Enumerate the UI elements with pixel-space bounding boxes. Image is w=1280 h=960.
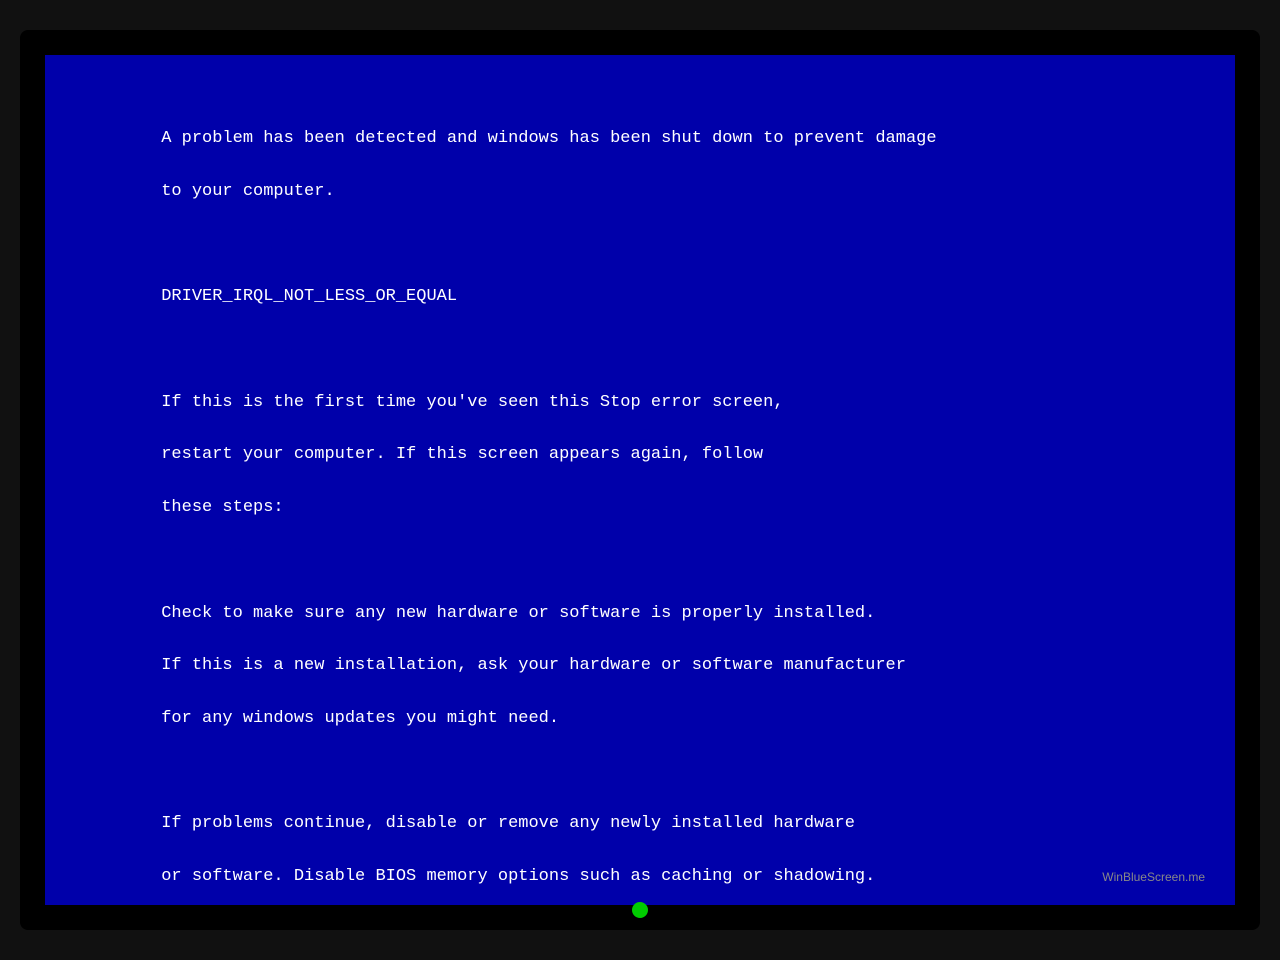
watermark: WinBlueScreen.me <box>1102 868 1205 887</box>
bsod-first-time-1: If this is the first time you've seen th… <box>161 393 783 412</box>
bsod-check-1: Check to make sure any new hardware or s… <box>161 604 875 623</box>
bsod-line1: A problem has been detected and windows … <box>161 129 936 148</box>
bsod-error-code: DRIVER_IRQL_NOT_LESS_OR_EQUAL <box>161 287 457 306</box>
bsod-check-2: If this is a new installation, ask your … <box>161 656 906 675</box>
bsod-check-3: for any windows updates you might need. <box>161 709 559 728</box>
monitor-bezel: A problem has been detected and windows … <box>20 30 1260 930</box>
bsod-problems-1: If problems continue, disable or remove … <box>161 814 855 833</box>
power-indicator <box>632 902 648 918</box>
bsod-problems-2: or software. Disable BIOS memory options… <box>161 867 875 886</box>
bsod-content: A problem has been detected and windows … <box>100 100 1180 905</box>
bsod-first-time-3: these steps: <box>161 498 283 517</box>
bsod-line2: to your computer. <box>161 182 334 201</box>
bsod-first-time-2: restart your computer. If this screen ap… <box>161 445 763 464</box>
bsod-screen: A problem has been detected and windows … <box>45 55 1235 905</box>
